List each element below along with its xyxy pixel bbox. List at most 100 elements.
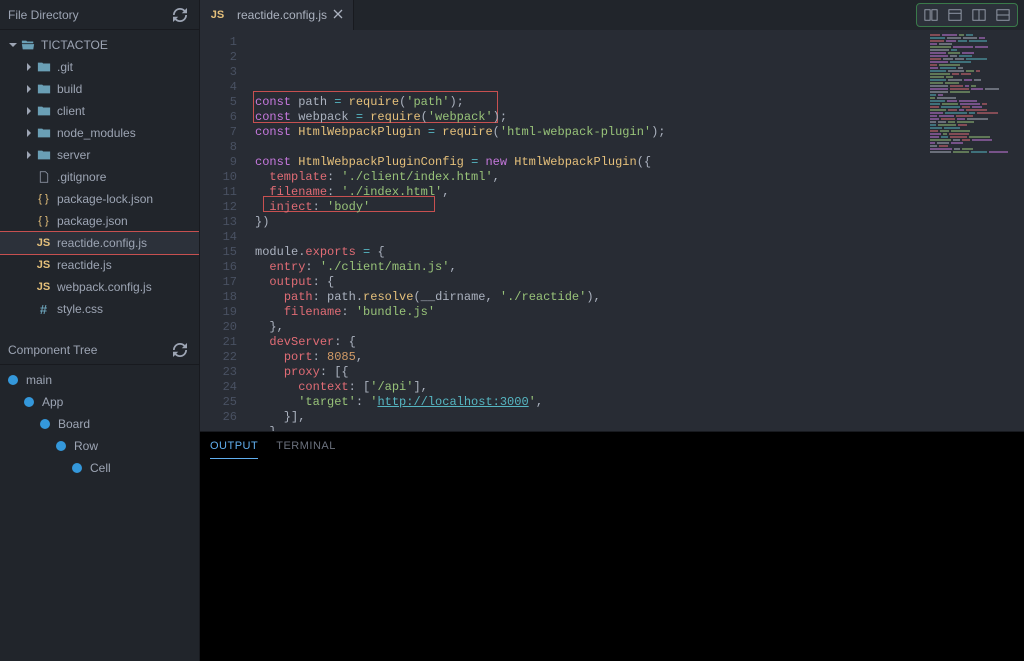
file-name: style.css — [57, 302, 103, 316]
component-tree-item[interactable]: Cell — [0, 457, 199, 479]
layout-button-2[interactable] — [969, 6, 989, 24]
js-file-icon: JS — [210, 8, 225, 23]
line-number: 18 — [200, 290, 237, 305]
split-vertical-button[interactable] — [921, 6, 941, 24]
code-line[interactable]: const HtmlWebpackPlugin = require('html-… — [245, 125, 1024, 140]
line-number: 9 — [200, 155, 237, 170]
code-line[interactable]: filename: './index.html', — [245, 185, 1024, 200]
tab-reactide-config[interactable]: JS reactide.config.js — [200, 0, 354, 30]
code-editor[interactable]: 1234567891011121314151617181920212223242… — [200, 30, 1024, 431]
code-line[interactable]: path: path.resolve(__dirname, './reactid… — [245, 290, 1024, 305]
chevron-right-icon — [24, 107, 34, 115]
code-line[interactable]: port: 8085, — [245, 350, 1024, 365]
output-tab[interactable]: OUTPUT — [210, 434, 258, 459]
file-tree-item[interactable]: .git — [0, 56, 199, 78]
code-line[interactable] — [245, 140, 1024, 155]
close-tab-button[interactable] — [333, 8, 343, 22]
terminal-tab[interactable]: TERMINAL — [276, 434, 336, 458]
code-line[interactable]: }) — [245, 215, 1024, 230]
code-line[interactable]: }, — [245, 320, 1024, 335]
minimap[interactable] — [924, 30, 1024, 431]
code-line[interactable]: devServer: { — [245, 335, 1024, 350]
refresh-icon — [173, 8, 187, 22]
component-tree: main AppBoardRow Cell — [0, 365, 199, 661]
file-name: reactide.config.js — [57, 236, 147, 250]
file-tree-root-label: TICTACTOE — [41, 38, 108, 52]
file-tree-item[interactable]: JS reactide.config.js — [0, 232, 199, 254]
code-line[interactable]: inject: 'body' — [245, 200, 1024, 215]
refresh-component-tree-button[interactable] — [169, 339, 191, 361]
file-name: build — [57, 82, 82, 96]
editor-toolbar — [916, 3, 1018, 27]
node-dot-icon — [56, 441, 66, 451]
code-line[interactable] — [245, 230, 1024, 245]
code-line[interactable]: }], — [245, 410, 1024, 425]
file-directory-title: File Directory — [8, 8, 79, 22]
tab-label: reactide.config.js — [237, 8, 327, 22]
refresh-file-tree-button[interactable] — [169, 4, 191, 26]
file-tree-item[interactable]: { }package-lock.json — [0, 188, 199, 210]
chevron-right-icon — [24, 85, 34, 93]
component-tree-item[interactable]: main — [0, 369, 199, 391]
line-gutter: 1234567891011121314151617181920212223242… — [200, 30, 245, 431]
file-name: server — [57, 148, 90, 162]
folder-icon — [36, 104, 51, 119]
code-line[interactable]: const webpack = require('webpack'); — [245, 110, 1024, 125]
chevron-right-icon — [24, 63, 34, 71]
file-tree-item[interactable]: server — [0, 144, 199, 166]
code-line[interactable]: context: ['/api'], — [245, 380, 1024, 395]
file-tree-item[interactable]: .gitignore — [0, 166, 199, 188]
file-name: client — [57, 104, 85, 118]
code-line[interactable]: 'target': 'http://localhost:3000', — [245, 395, 1024, 410]
component-name: main — [26, 373, 52, 387]
code-line[interactable]: proxy: [{ — [245, 365, 1024, 380]
file-tree-item[interactable]: JSreactide.js — [0, 254, 199, 276]
code-line[interactable]: filename: 'bundle.js' — [245, 305, 1024, 320]
code-line[interactable]: const HtmlWebpackPluginConfig = new Html… — [245, 155, 1024, 170]
component-name: Cell — [90, 461, 111, 475]
layout-button-3[interactable] — [993, 6, 1013, 24]
line-number: 12 — [200, 200, 237, 215]
chevron-down-icon — [8, 41, 18, 49]
line-number: 7 — [200, 125, 237, 140]
node-dot-icon — [72, 463, 82, 473]
code-line[interactable]: }, — [245, 425, 1024, 431]
file-tree-item[interactable]: node_modules — [0, 122, 199, 144]
code-line[interactable]: template: './client/index.html', — [245, 170, 1024, 185]
line-number: 19 — [200, 305, 237, 320]
file-tree-item[interactable]: JSwebpack.config.js — [0, 276, 199, 298]
component-tree-header: Component Tree — [0, 335, 199, 365]
file-name: .git — [57, 60, 73, 74]
chevron-right-icon — [24, 151, 34, 159]
file-tree-item[interactable]: # style.css — [0, 298, 199, 320]
node-dot-icon — [8, 375, 18, 385]
component-tree-item[interactable]: App — [0, 391, 199, 413]
bottom-panel-tabs: OUTPUT TERMINAL — [200, 432, 1024, 460]
line-number: 17 — [200, 275, 237, 290]
line-number: 16 — [200, 260, 237, 275]
folder-open-icon — [20, 38, 35, 53]
file-tree-item[interactable]: build — [0, 78, 199, 100]
file-tree-item[interactable]: { }package.json — [0, 210, 199, 232]
file-tree-item[interactable]: client — [0, 100, 199, 122]
css-file-icon: # — [36, 302, 51, 317]
layout-button-1[interactable] — [945, 6, 965, 24]
code-line[interactable]: const path = require('path'); — [245, 95, 1024, 110]
line-number: 6 — [200, 110, 237, 125]
line-number: 15 — [200, 245, 237, 260]
line-number: 23 — [200, 365, 237, 380]
code-line[interactable]: entry: './client/main.js', — [245, 260, 1024, 275]
layout-icon — [996, 8, 1010, 22]
node-dot-icon — [40, 419, 50, 429]
js-file-icon: JS — [36, 236, 51, 251]
file-tree-root[interactable]: TICTACTOE — [0, 34, 199, 56]
component-tree-item[interactable]: Row — [0, 435, 199, 457]
layout-icon — [972, 8, 986, 22]
js-file-icon: JS — [36, 280, 51, 295]
code-area[interactable]: const path = require('path');const webpa… — [245, 30, 1024, 431]
component-tree-item[interactable]: Board — [0, 413, 199, 435]
line-number: 26 — [200, 410, 237, 425]
json-file-icon: { } — [36, 214, 51, 229]
code-line[interactable]: output: { — [245, 275, 1024, 290]
code-line[interactable]: module.exports = { — [245, 245, 1024, 260]
